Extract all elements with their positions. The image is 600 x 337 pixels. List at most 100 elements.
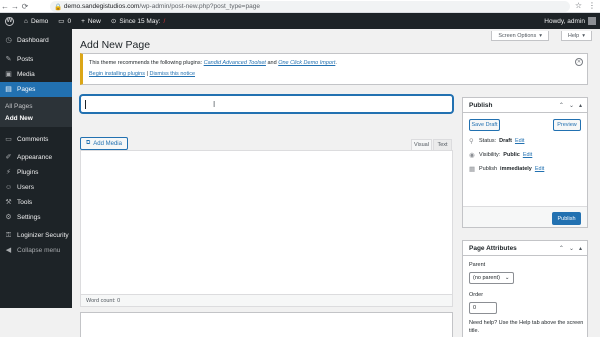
sidebar-item-label: Appearance	[17, 154, 53, 161]
sidebar-item-pages[interactable]: ▤ Pages	[0, 82, 72, 97]
caret-down-icon: ▾	[582, 32, 585, 39]
sidebar-item-plugins[interactable]: ⚡ Plugins	[0, 165, 72, 180]
browser-toolbar: ← → ⟳ 🔒 demo.sandegistudios.com /wp-admi…	[0, 0, 600, 13]
parent-label: Parent	[469, 262, 486, 268]
content-editor[interactable]	[80, 150, 453, 295]
sidebar-item-appearance[interactable]: ✐ Appearance	[0, 150, 72, 165]
tab-text[interactable]: Text	[433, 139, 452, 150]
comments-item[interactable]: ▭ 0	[53, 13, 76, 29]
sidebar-subitem-all-pages[interactable]: All Pages	[0, 100, 72, 112]
wordpress-icon: W	[5, 16, 14, 26]
pages-submenu: All Pages Add New	[0, 97, 72, 127]
tab-visual[interactable]: Visual	[411, 139, 432, 150]
chevron-down-icon[interactable]: ⌄	[569, 245, 574, 252]
sidebar-item-label: Loginizer Security	[17, 232, 69, 239]
sidebar-item-comments[interactable]: ▭ Comments	[0, 132, 72, 147]
chevron-down-icon[interactable]: ⌄	[569, 102, 574, 109]
forward-icon[interactable]: →	[10, 2, 20, 11]
chevron-down-icon: ⌄	[504, 275, 510, 281]
account-menu[interactable]: Howdy, admin	[544, 13, 596, 29]
comment-bubble-icon: ▭	[58, 18, 65, 25]
caret-down-icon: ▾	[539, 32, 542, 39]
sidebar-subitem-add-new[interactable]: Add New	[0, 112, 72, 124]
page-attributes-box: Page Attributes ⌃ ⌄ ▴ Parent (no parent)…	[462, 240, 588, 337]
plus-icon: +	[81, 17, 85, 25]
publish-button[interactable]: Publish	[552, 212, 581, 225]
parent-select[interactable]: (no parent) ⌄	[469, 272, 514, 284]
sidebar-item-label: Users	[17, 184, 34, 191]
caret-up-icon[interactable]: ▴	[579, 102, 582, 109]
save-draft-button[interactable]: Save Draft	[469, 119, 500, 131]
publish-box: Publish ⌃ ⌄ ▴ Save Draft Preview ⚲ Statu…	[462, 97, 588, 228]
plugin-link-candid[interactable]: Candid Advanced Toolset	[204, 60, 266, 66]
order-label: Order	[469, 292, 484, 298]
new-content-item[interactable]: + New	[76, 13, 106, 29]
dismiss-notice-link[interactable]: Dismiss this notice	[149, 71, 195, 77]
sidebar-item-label: Plugins	[17, 169, 39, 176]
help-button[interactable]: Help ▾	[560, 31, 592, 41]
sidebar-item-loginizer[interactable]: ⚿ Loginizer Security	[0, 228, 72, 243]
star-icon[interactable]: ☆	[575, 1, 582, 10]
publish-actions: Publish	[463, 206, 587, 227]
sidebar-item-label: Collapse menu	[17, 247, 61, 254]
sidebar-item-label: Dashboard	[17, 37, 49, 44]
edit-publish-time-link[interactable]: Edit	[535, 166, 544, 172]
dashboard-icon: ◷	[5, 37, 12, 44]
collapse-menu-button[interactable]: ◀ Collapse menu	[0, 243, 72, 258]
menu-icon[interactable]: ⋮	[588, 1, 596, 10]
publish-label: Publish	[479, 166, 498, 172]
plugin-link-demo-import[interactable]: One Click Demo Import	[278, 60, 335, 66]
status-value: Draft	[499, 138, 512, 144]
howdy-text: Howdy, admin	[544, 17, 585, 25]
screen-options-label: Screen Options	[498, 32, 537, 39]
wrench-icon: ⚒	[5, 199, 12, 206]
preview-button[interactable]: Preview	[553, 119, 581, 131]
page-title: Add New Page	[80, 39, 151, 51]
plugin-notice: This theme recommends the following plug…	[80, 53, 588, 85]
back-icon[interactable]: ←	[0, 2, 10, 11]
sidebar-item-label: Posts	[17, 56, 34, 63]
edit-visibility-link[interactable]: Edit	[523, 152, 532, 158]
url-host: demo.sandegistudios.com	[63, 3, 140, 10]
sidebar-item-posts[interactable]: ✎ Posts	[0, 52, 72, 67]
caret-up-icon[interactable]: ▴	[579, 245, 582, 252]
sidebar-item-users[interactable]: ☺ Users	[0, 180, 72, 195]
comment-icon: ▭	[5, 136, 12, 143]
site-name-item[interactable]: ⌂ Demo	[19, 13, 53, 29]
text-caret	[85, 100, 86, 109]
sidebar-item-media[interactable]: ▣ Media	[0, 67, 72, 82]
sidebar-item-label: Comments	[17, 136, 49, 143]
edit-status-link[interactable]: Edit	[515, 138, 524, 144]
title-input[interactable]: I	[80, 95, 453, 113]
chevron-up-icon[interactable]: ⌃	[559, 102, 564, 109]
help-label: Help	[567, 32, 580, 39]
collapse-icon: ◀	[5, 247, 12, 254]
chevron-up-icon[interactable]: ⌃	[559, 245, 564, 252]
wp-logo-item[interactable]: W	[0, 13, 19, 29]
order-input[interactable]: 0	[469, 302, 497, 314]
notice-and: and	[267, 60, 277, 66]
sidebar-item-dashboard[interactable]: ◷ Dashboard	[0, 33, 72, 48]
sidebar-item-label: Tools	[17, 199, 33, 206]
sidebar-item-label: Settings	[17, 214, 41, 221]
pin-icon: ⚲	[469, 138, 474, 145]
sidebar-item-tools[interactable]: ⚒ Tools	[0, 195, 72, 210]
lock-icon: ⚿	[5, 232, 12, 239]
notice-separator: |	[146, 71, 148, 77]
sidebar-item-settings[interactable]: ⚙ Settings	[0, 210, 72, 225]
reload-icon[interactable]: ⟳	[20, 2, 30, 11]
pin-icon: ✎	[5, 56, 12, 63]
status-row: ⚲ Status: Draft Edit	[469, 137, 524, 145]
screen-options-button[interactable]: Screen Options ▾	[491, 31, 549, 41]
page-attributes-header: Page Attributes ⌃ ⌄ ▴	[463, 241, 587, 256]
since-item[interactable]: ⊙ Since 15 May: /	[106, 13, 170, 29]
page-attributes-title: Page Attributes	[469, 244, 517, 252]
add-media-button[interactable]: ⧉ Add Media	[80, 137, 128, 150]
close-icon[interactable]: ✕	[575, 58, 583, 66]
begin-installing-link[interactable]: Begin installing plugins	[89, 71, 145, 77]
settings-icon: ⚙	[5, 214, 12, 221]
notice-text: This theme recommends the following plug…	[89, 60, 203, 66]
brush-icon: ✐	[5, 154, 12, 161]
address-bar[interactable]: 🔒 demo.sandegistudios.com /wp-admin/post…	[50, 1, 570, 12]
eye-icon: ◉	[469, 152, 475, 159]
